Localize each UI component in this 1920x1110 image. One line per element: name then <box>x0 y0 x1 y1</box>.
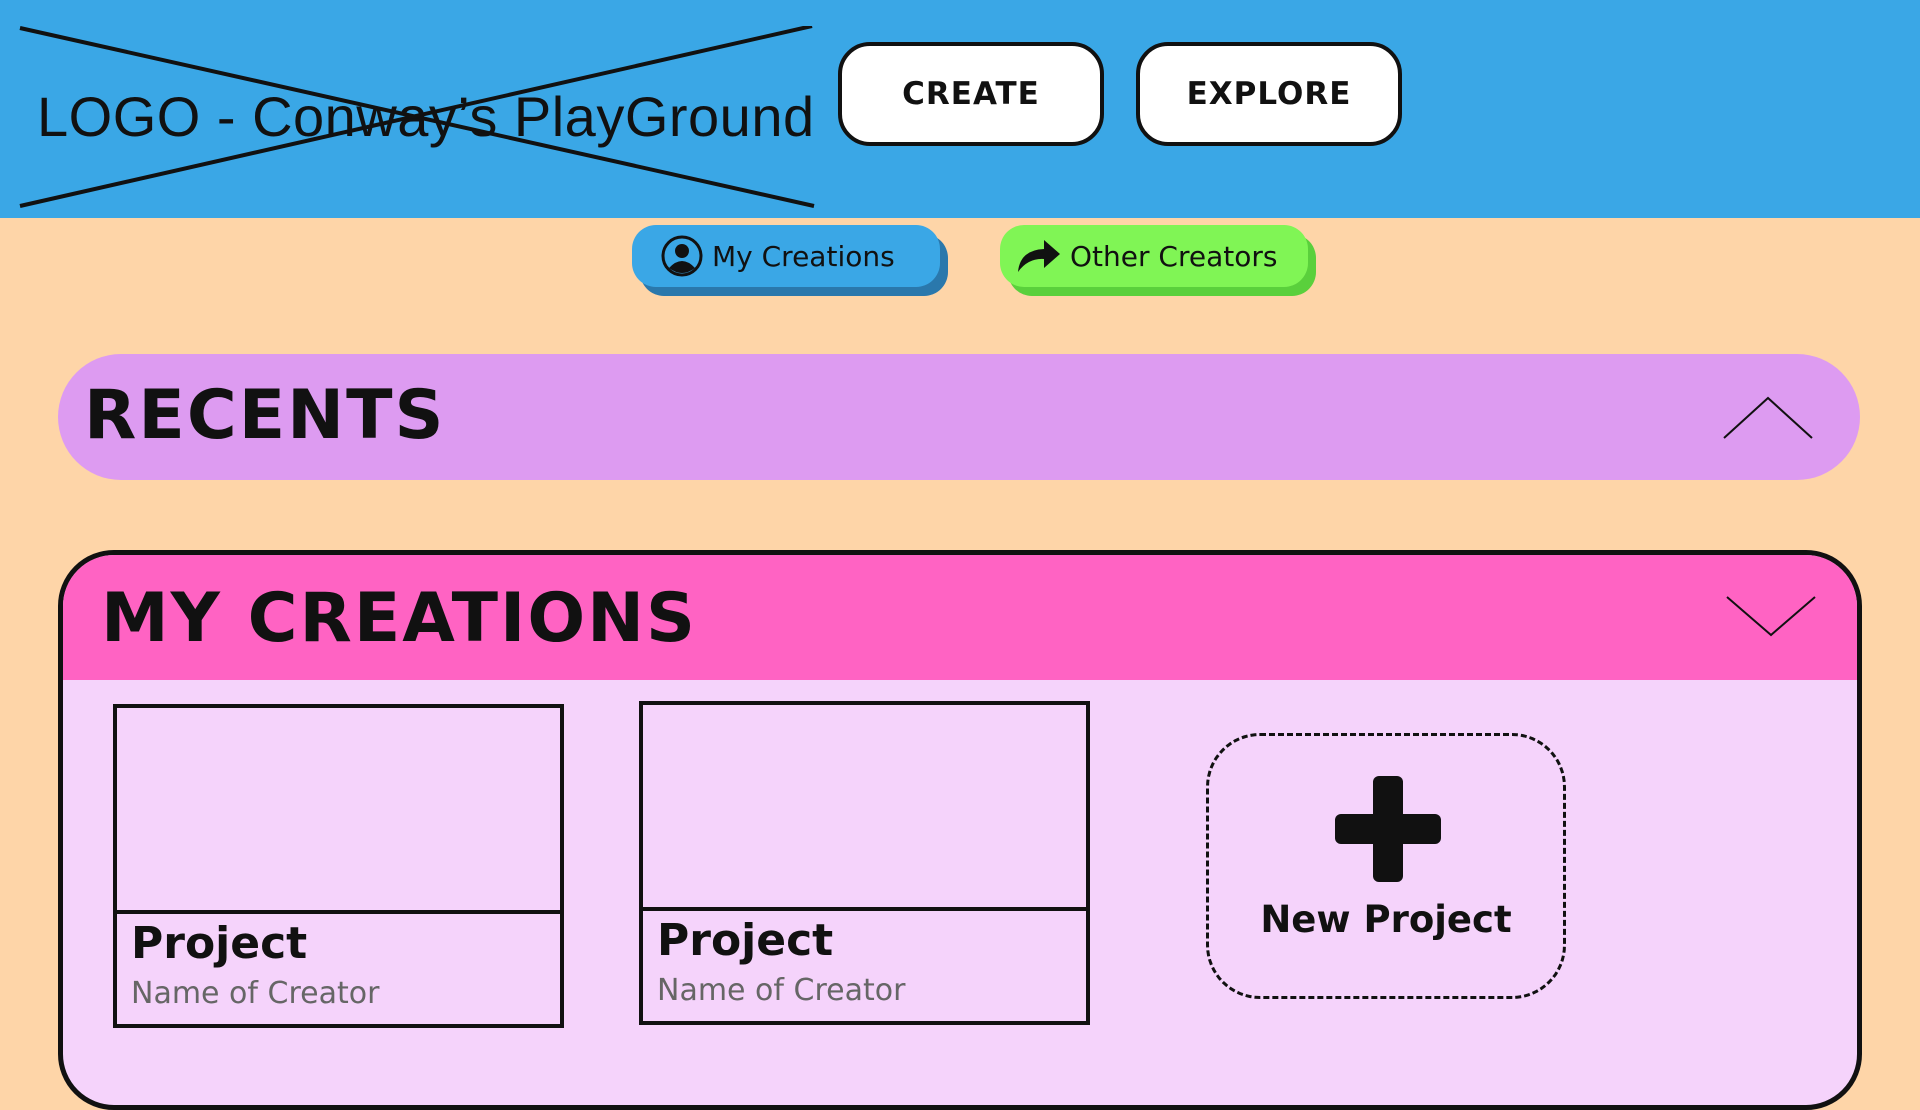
other-creators-filter-label: Other Creators <box>1070 239 1278 273</box>
other-creators-filter-button[interactable]: Other Creators <box>1000 225 1308 287</box>
project-creator: Name of Creator <box>131 976 380 1011</box>
project-card[interactable]: Project Name of Creator <box>639 701 1090 1025</box>
chevron-up-icon[interactable] <box>1722 394 1814 440</box>
new-project-label: New Project <box>1260 898 1512 941</box>
my-creations-header[interactable]: MY CREATIONS <box>63 555 1857 680</box>
project-thumbnail <box>643 705 1086 911</box>
chevron-down-icon[interactable] <box>1725 595 1817 641</box>
top-header: LOGO - Conway’s PlayGround CREATE EXPLOR… <box>0 0 1920 218</box>
user-circle-icon <box>660 234 704 278</box>
logo-text: LOGO - Conway’s PlayGround <box>37 85 815 148</box>
recents-title: RECENTS <box>84 376 446 455</box>
project-creator: Name of Creator <box>657 973 906 1008</box>
my-creations-filter-button[interactable]: My Creations <box>632 225 940 287</box>
project-title: Project <box>131 918 308 969</box>
new-project-button[interactable]: New Project <box>1206 733 1566 999</box>
project-thumbnail <box>117 708 560 914</box>
share-arrow-icon <box>1016 238 1062 274</box>
explore-button[interactable]: EXPLORE <box>1136 42 1402 146</box>
logo-placeholder[interactable]: LOGO - Conway’s PlayGround <box>18 26 818 208</box>
project-title: Project <box>657 915 834 966</box>
project-card[interactable]: Project Name of Creator <box>113 704 564 1028</box>
plus-icon <box>1335 776 1441 882</box>
my-creations-filter-label: My Creations <box>712 239 895 273</box>
recents-section[interactable]: RECENTS <box>58 354 1860 480</box>
my-creations-title: MY CREATIONS <box>101 579 698 658</box>
create-button[interactable]: CREATE <box>838 42 1104 146</box>
